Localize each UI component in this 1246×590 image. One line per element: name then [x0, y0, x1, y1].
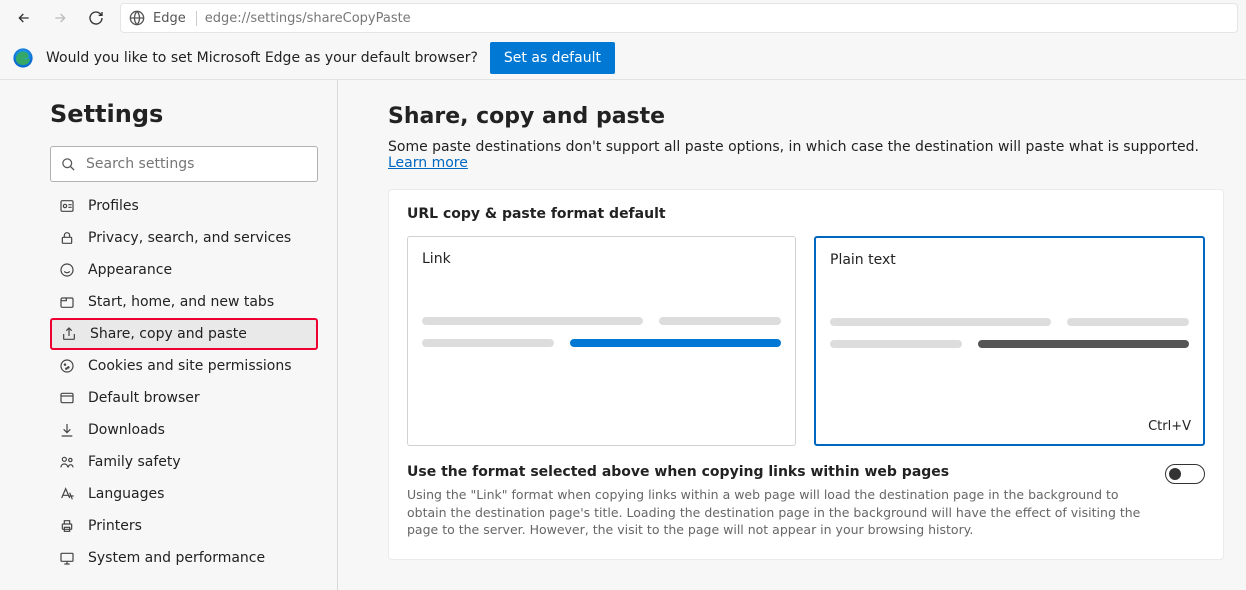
family-icon — [58, 453, 76, 471]
sidebar-item-default-browser[interactable]: Default browser — [50, 382, 318, 414]
edge-logo-icon — [12, 47, 34, 69]
shortcut-label: Ctrl+V — [1148, 419, 1191, 434]
url-text: edge://settings/shareCopyPaste — [205, 11, 411, 26]
banner-text: Would you like to set Microsoft Edge as … — [46, 50, 478, 66]
sidebar-item-label: Languages — [88, 486, 164, 502]
share-icon — [60, 325, 78, 343]
tab-icon — [58, 293, 76, 311]
system-icon — [58, 549, 76, 567]
sidebar-item-downloads[interactable]: Downloads — [50, 414, 318, 446]
profile-icon — [58, 197, 76, 215]
sidebar-item-label: System and performance — [88, 550, 265, 566]
settings-nav: Profiles Privacy, search, and services App… — [50, 190, 318, 574]
option-plaintext-label: Plain text — [830, 252, 1189, 268]
search-input[interactable] — [86, 156, 307, 172]
sidebar-item-label: Start, home, and new tabs — [88, 294, 274, 310]
default-browser-banner: Would you like to set Microsoft Edge as … — [0, 36, 1246, 80]
sidebar-item-label: Appearance — [88, 262, 172, 278]
card-title: URL copy & paste format default — [407, 206, 1205, 222]
forward-button[interactable] — [44, 2, 76, 34]
address-bar[interactable]: Edge edge://settings/shareCopyPaste — [120, 3, 1238, 33]
sidebar-item-profiles[interactable]: Profiles — [50, 190, 318, 222]
sidebar-item-privacy-search-and-services[interactable]: Privacy, search, and services — [50, 222, 318, 254]
set-default-button[interactable]: Set as default — [490, 42, 615, 74]
settings-sidebar: Settings Profiles Privacy, search, and se… — [0, 80, 338, 590]
format-card: URL copy & paste format default Link Pla… — [388, 189, 1224, 560]
sidebar-item-label: Downloads — [88, 422, 165, 438]
sidebar-item-label: Share, copy and paste — [90, 326, 247, 342]
languages-icon — [58, 485, 76, 503]
lock-icon — [58, 229, 76, 247]
sidebar-item-family-safety[interactable]: Family safety — [50, 446, 318, 478]
option-link[interactable]: Link — [407, 236, 796, 446]
subtitle-text: Some paste destinations don't support al… — [388, 139, 1199, 155]
url-site-label: Edge — [153, 11, 197, 26]
settings-main: Share, copy and paste Some paste destina… — [338, 80, 1246, 590]
sidebar-item-cookies-and-site-permissions[interactable]: Cookies and site permissions — [50, 350, 318, 382]
settings-heading: Settings — [50, 100, 337, 128]
browser-toolbar: Edge edge://settings/shareCopyPaste — [0, 0, 1246, 36]
format-toggle-desc: Using the "Link" format when copying lin… — [407, 486, 1153, 539]
page-title: Share, copy and paste — [388, 104, 1236, 129]
learn-more-link[interactable]: Learn more — [388, 155, 468, 171]
back-button[interactable] — [8, 2, 40, 34]
option-link-label: Link — [422, 251, 781, 267]
format-toggle[interactable] — [1165, 464, 1205, 484]
browser-icon — [58, 389, 76, 407]
sidebar-item-label: Printers — [88, 518, 142, 534]
settings-search[interactable] — [50, 146, 318, 182]
printer-icon — [58, 517, 76, 535]
sidebar-item-appearance[interactable]: Appearance — [50, 254, 318, 286]
refresh-button[interactable] — [80, 2, 112, 34]
sidebar-item-label: Privacy, search, and services — [88, 230, 291, 246]
sidebar-item-share-copy-and-paste[interactable]: Share, copy and paste — [50, 318, 318, 350]
sidebar-item-label: Family safety — [88, 454, 181, 470]
cookies-icon — [58, 357, 76, 375]
sidebar-item-languages[interactable]: Languages — [50, 478, 318, 510]
option-plaintext[interactable]: Plain text Ctrl+V — [814, 236, 1205, 446]
download-icon — [58, 421, 76, 439]
format-toggle-title: Use the format selected above when copyi… — [407, 464, 1153, 480]
search-icon — [61, 157, 76, 172]
sidebar-item-start-home-and-new-tabs[interactable]: Start, home, and new tabs — [50, 286, 318, 318]
page-subtitle: Some paste destinations don't support al… — [388, 139, 1236, 171]
sidebar-item-system-and-performance[interactable]: System and performance — [50, 542, 318, 574]
appearance-icon — [58, 261, 76, 279]
sidebar-item-label: Profiles — [88, 198, 139, 214]
sidebar-item-printers[interactable]: Printers — [50, 510, 318, 542]
sidebar-item-label: Cookies and site permissions — [88, 358, 292, 374]
sidebar-item-label: Default browser — [88, 390, 200, 406]
